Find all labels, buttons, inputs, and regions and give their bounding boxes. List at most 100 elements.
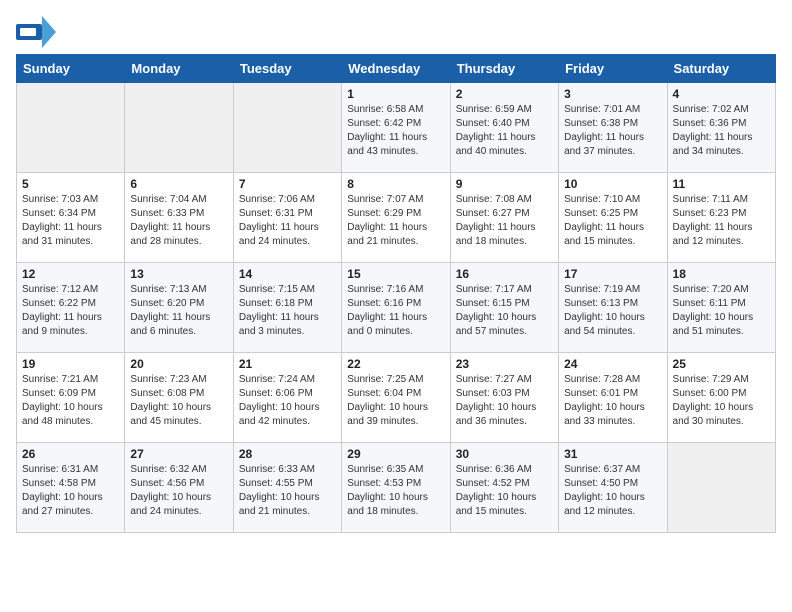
day-info: Sunrise: 7:13 AM Sunset: 6:20 PM Dayligh… [130, 283, 227, 339]
week-row-4: 19 Sunrise: 7:21 AM Sunset: 6:09 PM Dayli… [17, 353, 776, 443]
calendar-cell: 26 Sunrise: 6:31 AM Sunset: 4:58 PM Dayli… [17, 443, 125, 533]
day-number: 7 [239, 177, 336, 191]
day-info: Sunrise: 7:15 AM Sunset: 6:18 PM Dayligh… [239, 283, 336, 339]
calendar-cell: 22 Sunrise: 7:25 AM Sunset: 6:04 PM Dayli… [342, 353, 450, 443]
day-info: Sunrise: 7:25 AM Sunset: 6:04 PM Dayligh… [347, 373, 444, 429]
day-number: 13 [130, 267, 227, 281]
day-info: Sunrise: 7:08 AM Sunset: 6:27 PM Dayligh… [456, 193, 553, 249]
calendar-cell: 2 Sunrise: 6:59 AM Sunset: 6:40 PM Daylig… [450, 83, 558, 173]
day-number: 2 [456, 87, 553, 101]
day-number: 18 [673, 267, 770, 281]
calendar-cell: 27Sunrise: 6:32 AM Sunset: 4:56 PM Dayli… [125, 443, 233, 533]
calendar-cell: 13 Sunrise: 7:13 AM Sunset: 6:20 PM Dayli… [125, 263, 233, 353]
day-number: 28 [239, 447, 336, 461]
day-info: Sunrise: 7:17 AM Sunset: 6:15 PM Dayligh… [456, 283, 553, 339]
week-row-3: 12 Sunrise: 7:12 AM Sunset: 6:22 PM Dayli… [17, 263, 776, 353]
day-number: 8 [347, 177, 444, 191]
day-info: Sunrise: 6:37 AM Sunset: 4:50 PM Dayligh… [564, 463, 661, 519]
calendar-cell: 5 Sunrise: 7:03 AM Sunset: 6:34 PM Daylig… [17, 173, 125, 263]
calendar-cell: 21 Sunrise: 7:24 AM Sunset: 6:06 PM Dayli… [233, 353, 341, 443]
calendar-cell: 29Sunrise: 6:35 AM Sunset: 4:53 PM Dayli… [342, 443, 450, 533]
day-info: Sunrise: 7:12 AM Sunset: 6:22 PM Dayligh… [22, 283, 119, 339]
day-info: Sunrise: 7:02 AM Sunset: 6:36 PM Dayligh… [673, 103, 770, 159]
weekday-header-tuesday: Tuesday [233, 55, 341, 83]
day-info: Sunrise: 7:21 AM Sunset: 6:09 PM Dayligh… [22, 373, 119, 429]
day-number: 21 [239, 357, 336, 371]
day-info: Sunrise: 7:19 AM Sunset: 6:13 PM Dayligh… [564, 283, 661, 339]
day-info: Sunrise: 7:04 AM Sunset: 6:33 PM Dayligh… [130, 193, 227, 249]
day-number: 10 [564, 177, 661, 191]
calendar-cell: 31 Sunrise: 6:37 AM Sunset: 4:50 PM Dayli… [559, 443, 667, 533]
day-info: Sunrise: 6:58 AM Sunset: 6:42 PM Dayligh… [347, 103, 444, 159]
calendar-cell: 23Sunrise: 7:27 AM Sunset: 6:03 PM Dayli… [450, 353, 558, 443]
day-number: 24 [564, 357, 661, 371]
day-info: Sunrise: 7:29 AM Sunset: 6:00 PM Dayligh… [673, 373, 770, 429]
weekday-header-friday: Friday [559, 55, 667, 83]
page-header [16, 16, 776, 46]
day-info: Sunrise: 7:03 AM Sunset: 6:34 PM Dayligh… [22, 193, 119, 249]
day-number: 12 [22, 267, 119, 281]
day-number: 16 [456, 267, 553, 281]
calendar-cell [125, 83, 233, 173]
calendar-cell: 24Sunrise: 7:28 AM Sunset: 6:01 PM Dayli… [559, 353, 667, 443]
calendar-cell [17, 83, 125, 173]
logo-icon [16, 16, 56, 46]
calendar-cell: 12 Sunrise: 7:12 AM Sunset: 6:22 PM Dayli… [17, 263, 125, 353]
week-row-5: 26 Sunrise: 6:31 AM Sunset: 4:58 PM Dayli… [17, 443, 776, 533]
calendar-cell [667, 443, 775, 533]
day-number: 15 [347, 267, 444, 281]
calendar-cell: 8 Sunrise: 7:07 AM Sunset: 6:29 PM Daylig… [342, 173, 450, 263]
day-number: 19 [22, 357, 119, 371]
calendar-cell: 17Sunrise: 7:19 AM Sunset: 6:13 PM Dayli… [559, 263, 667, 353]
day-info: Sunrise: 7:11 AM Sunset: 6:23 PM Dayligh… [673, 193, 770, 249]
week-row-1: 1 Sunrise: 6:58 AM Sunset: 6:42 PM Daylig… [17, 83, 776, 173]
day-info: Sunrise: 7:07 AM Sunset: 6:29 PM Dayligh… [347, 193, 444, 249]
weekday-header-row: SundayMondayTuesdayWednesdayThursdayFrid… [17, 55, 776, 83]
calendar-cell: 16 Sunrise: 7:17 AM Sunset: 6:15 PM Dayli… [450, 263, 558, 353]
day-number: 26 [22, 447, 119, 461]
weekday-header-monday: Monday [125, 55, 233, 83]
day-info: Sunrise: 6:32 AM Sunset: 4:56 PM Dayligh… [130, 463, 227, 519]
day-number: 20 [130, 357, 227, 371]
calendar-cell: 20 Sunrise: 7:23 AM Sunset: 6:08 PM Dayli… [125, 353, 233, 443]
calendar-cell: 25 Sunrise: 7:29 AM Sunset: 6:00 PM Dayli… [667, 353, 775, 443]
day-number: 11 [673, 177, 770, 191]
weekday-header-thursday: Thursday [450, 55, 558, 83]
day-info: Sunrise: 7:16 AM Sunset: 6:16 PM Dayligh… [347, 283, 444, 339]
calendar-cell: 15 Sunrise: 7:16 AM Sunset: 6:16 PM Dayli… [342, 263, 450, 353]
calendar-cell: 18Sunrise: 7:20 AM Sunset: 6:11 PM Dayli… [667, 263, 775, 353]
day-info: Sunrise: 6:35 AM Sunset: 4:53 PM Dayligh… [347, 463, 444, 519]
week-row-2: 5 Sunrise: 7:03 AM Sunset: 6:34 PM Daylig… [17, 173, 776, 263]
day-info: Sunrise: 7:06 AM Sunset: 6:31 PM Dayligh… [239, 193, 336, 249]
weekday-header-saturday: Saturday [667, 55, 775, 83]
day-number: 22 [347, 357, 444, 371]
day-info: Sunrise: 7:10 AM Sunset: 6:25 PM Dayligh… [564, 193, 661, 249]
day-info: Sunrise: 7:23 AM Sunset: 6:08 PM Dayligh… [130, 373, 227, 429]
day-info: Sunrise: 6:33 AM Sunset: 4:55 PM Dayligh… [239, 463, 336, 519]
day-number: 31 [564, 447, 661, 461]
weekday-header-sunday: Sunday [17, 55, 125, 83]
calendar-cell: 19 Sunrise: 7:21 AM Sunset: 6:09 PM Dayli… [17, 353, 125, 443]
day-info: Sunrise: 7:24 AM Sunset: 6:06 PM Dayligh… [239, 373, 336, 429]
calendar-cell: 11 Sunrise: 7:11 AM Sunset: 6:23 PM Dayli… [667, 173, 775, 263]
calendar-cell: 10 Sunrise: 7:10 AM Sunset: 6:25 PM Dayli… [559, 173, 667, 263]
day-number: 9 [456, 177, 553, 191]
calendar-cell: 14 Sunrise: 7:15 AM Sunset: 6:18 PM Dayli… [233, 263, 341, 353]
calendar-cell: 1 Sunrise: 6:58 AM Sunset: 6:42 PM Daylig… [342, 83, 450, 173]
day-number: 30 [456, 447, 553, 461]
calendar-cell: 30Sunrise: 6:36 AM Sunset: 4:52 PM Dayli… [450, 443, 558, 533]
day-info: Sunrise: 6:31 AM Sunset: 4:58 PM Dayligh… [22, 463, 119, 519]
day-number: 25 [673, 357, 770, 371]
day-info: Sunrise: 6:59 AM Sunset: 6:40 PM Dayligh… [456, 103, 553, 159]
day-number: 6 [130, 177, 227, 191]
calendar-cell: 4Sunrise: 7:02 AM Sunset: 6:36 PM Daylig… [667, 83, 775, 173]
day-number: 5 [22, 177, 119, 191]
calendar-cell: 9 Sunrise: 7:08 AM Sunset: 6:27 PM Daylig… [450, 173, 558, 263]
calendar-cell: 3Sunrise: 7:01 AM Sunset: 6:38 PM Daylig… [559, 83, 667, 173]
weekday-header-wednesday: Wednesday [342, 55, 450, 83]
calendar-table: SundayMondayTuesdayWednesdayThursdayFrid… [16, 54, 776, 533]
day-number: 1 [347, 87, 444, 101]
calendar-cell: 28 Sunrise: 6:33 AM Sunset: 4:55 PM Dayli… [233, 443, 341, 533]
day-number: 14 [239, 267, 336, 281]
day-number: 3 [564, 87, 661, 101]
